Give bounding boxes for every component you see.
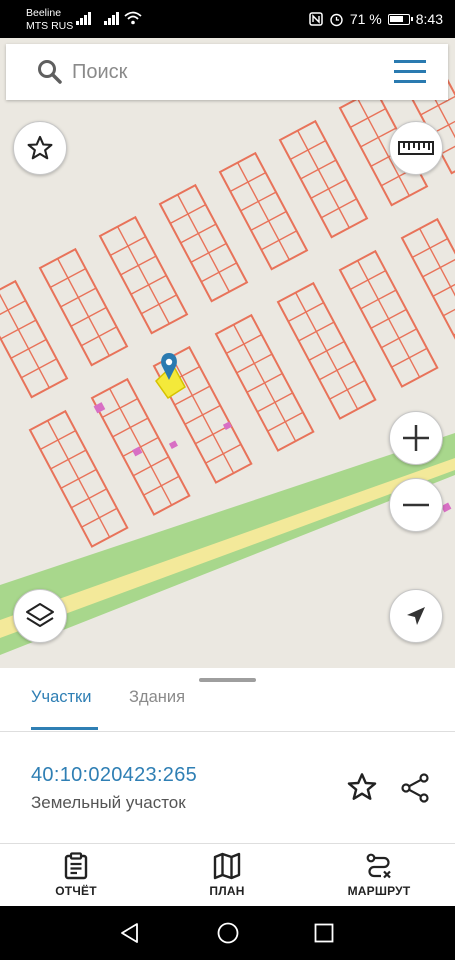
menu-line [394,80,426,83]
app-screen: Beeline MTS RUS 71 % 8:43 Поиск Участки … [0,0,455,960]
layers-button[interactable] [13,589,67,643]
nav-route-label: МАРШРУТ [347,884,411,898]
search-input[interactable] [72,52,372,92]
zoom-out-icon [403,503,429,507]
route-icon [366,853,391,879]
battery-icon [387,13,413,25]
map-view[interactable] [0,38,455,668]
wifi-icon [124,11,142,25]
status-bar: Beeline MTS RUS 71 % 8:43 [0,0,455,38]
bottom-nav: ОТЧЁТ ПЛАН МАРШРУТ [0,844,455,906]
tab-parcels[interactable]: Участки [31,688,92,707]
active-tab-indicator [31,727,98,730]
system-nav-bar [0,906,455,960]
nfc-icon [309,12,323,26]
nav-plan[interactable]: ПЛАН [197,852,257,898]
status-right: 71 % 8:43 [309,10,443,28]
search-bar [6,44,448,100]
share-icon[interactable] [399,772,431,804]
recents-icon[interactable] [313,922,335,944]
sheet-drag-handle[interactable] [199,678,256,682]
ruler-button[interactable] [389,121,443,175]
menu-line [394,60,426,63]
carrier-1: Beeline [26,7,62,19]
home-icon[interactable] [216,921,240,945]
map-plan-icon [213,852,241,880]
my-location-arrow-icon [407,607,425,625]
favorites-button[interactable] [13,121,67,175]
tab-buildings[interactable]: Здания [129,688,185,707]
carrier-2: MTS RUS [26,20,74,32]
nav-plan-label: ПЛАН [209,884,245,898]
menu-line [394,70,426,73]
clock: 8:43 [415,11,443,27]
nav-report[interactable]: ОТЧЁТ [46,852,106,898]
cadastral-map[interactable] [0,38,455,668]
layers-icon [26,603,54,627]
tabs-divider [0,731,455,732]
my-location-button[interactable] [389,589,443,643]
favorites-star-icon [27,135,53,160]
back-icon[interactable] [119,922,141,944]
cadastral-number-link[interactable]: 40:10:020423:265 [31,764,197,787]
favorite-star-icon[interactable] [346,771,378,803]
zoom-in-icon [403,425,429,451]
alarm-icon [330,13,343,26]
parcel-type: Земельный участок [31,793,186,812]
nav-route[interactable]: МАРШРУТ [343,852,415,898]
zoom-in-button[interactable] [389,411,443,465]
signal-1-icon [76,12,91,25]
report-clipboard-icon [64,852,88,880]
signal-2-icon [104,12,119,25]
battery-percent: 71 % [349,11,382,27]
search-icon[interactable] [36,58,64,86]
ruler-icon [398,141,434,155]
nav-report-label: ОТЧЁТ [55,884,97,898]
zoom-out-button[interactable] [389,478,443,532]
menu-button[interactable] [394,60,426,84]
